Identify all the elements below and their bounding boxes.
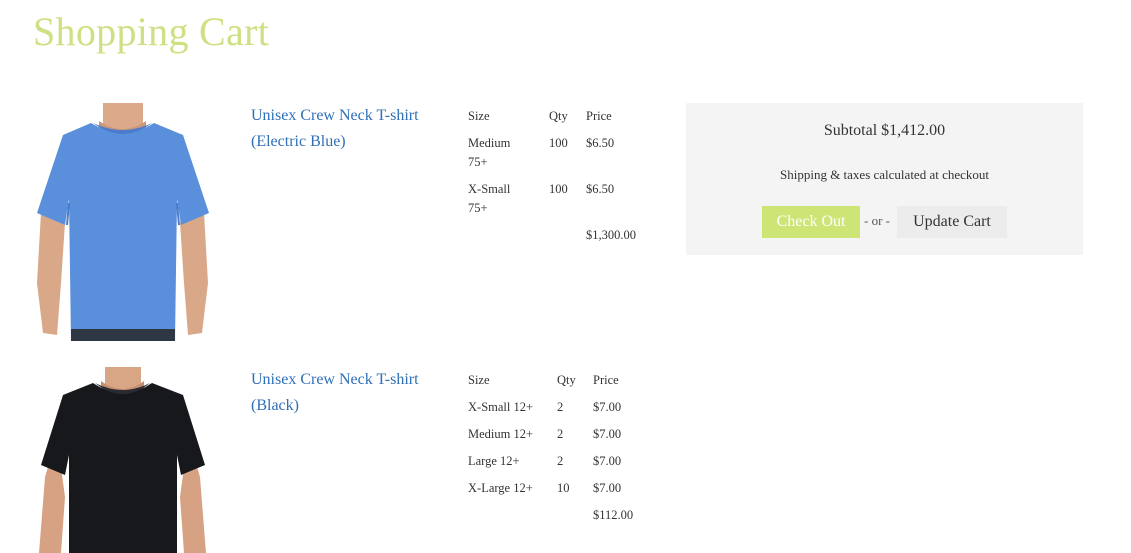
product-image-black[interactable]: [33, 367, 212, 553]
line-total-row: $1,300.00: [468, 226, 668, 253]
or-separator: - or -: [864, 213, 890, 228]
product-link-black[interactable]: Unisex Crew Neck T-shirt (Black): [251, 367, 441, 419]
line-total: $1,300.00: [586, 228, 636, 242]
variant-price: $6.50: [586, 136, 615, 150]
price-header: Price: [586, 109, 612, 123]
update-cart-button[interactable]: Update Cart: [897, 206, 1007, 238]
variant-table-header: Size Qty Price: [468, 371, 668, 398]
variant-table-electric-blue: Size Qty Price Medium 75+ 100 $6.50 X-Sm…: [468, 107, 668, 253]
variant-qty[interactable]: 2: [557, 425, 563, 443]
variant-qty[interactable]: 100: [549, 180, 568, 198]
line-total-row: $112.00: [468, 506, 668, 533]
variant-table-black: Size Qty Price X-Small 12+ 2 $7.00 Mediu…: [468, 371, 668, 533]
shipping-note: Shipping & taxes calculated at checkout: [779, 167, 989, 182]
variant-price: $7.00: [593, 427, 622, 441]
variant-size: Medium 75+: [468, 136, 511, 169]
checkout-button[interactable]: Check Out: [762, 206, 860, 238]
variant-row: X-Large 12+ 10 $7.00: [468, 479, 668, 506]
size-header: Size: [468, 373, 490, 387]
variant-size: X-Small 75+: [468, 182, 511, 215]
product-link-electric-blue[interactable]: Unisex Crew Neck T-shirt (Electric Blue): [251, 103, 441, 155]
variant-table-header: Size Qty Price: [468, 107, 668, 134]
variant-qty[interactable]: 2: [557, 398, 563, 416]
variant-qty[interactable]: 10: [557, 479, 570, 497]
variant-size: X-Large 12+: [468, 481, 533, 495]
variant-size: Medium 12+: [468, 427, 534, 441]
page-title: Shopping Cart: [33, 9, 270, 54]
variant-qty[interactable]: 2: [557, 452, 563, 470]
price-header: Price: [593, 373, 619, 387]
product-image-electric-blue[interactable]: [33, 103, 212, 341]
qty-header: Qty: [557, 373, 576, 387]
variant-size: X-Small 12+: [468, 400, 534, 414]
cart-summary-panel: Subtotal $1,412.00 Shipping & taxes calc…: [686, 103, 1083, 255]
cart-subtotal: Subtotal $1,412.00: [823, 122, 946, 139]
variant-qty[interactable]: 100: [549, 134, 568, 152]
variant-row: Medium 12+ 2 $7.00: [468, 425, 668, 452]
variant-price: $7.00: [593, 400, 622, 414]
variant-row: Large 12+ 2 $7.00: [468, 452, 668, 479]
line-total: $112.00: [593, 508, 634, 522]
variant-price: $7.00: [593, 481, 622, 495]
variant-price: $6.50: [586, 182, 615, 196]
variant-price: $7.00: [593, 454, 622, 468]
variant-size: Large 12+: [468, 454, 520, 468]
variant-row: X-Small 12+ 2 $7.00: [468, 398, 668, 425]
variant-row: X-Small 75+ 100 $6.50: [468, 180, 668, 226]
size-header: Size: [468, 109, 490, 123]
qty-header: Qty: [549, 109, 568, 123]
variant-row: Medium 75+ 100 $6.50: [468, 134, 668, 180]
